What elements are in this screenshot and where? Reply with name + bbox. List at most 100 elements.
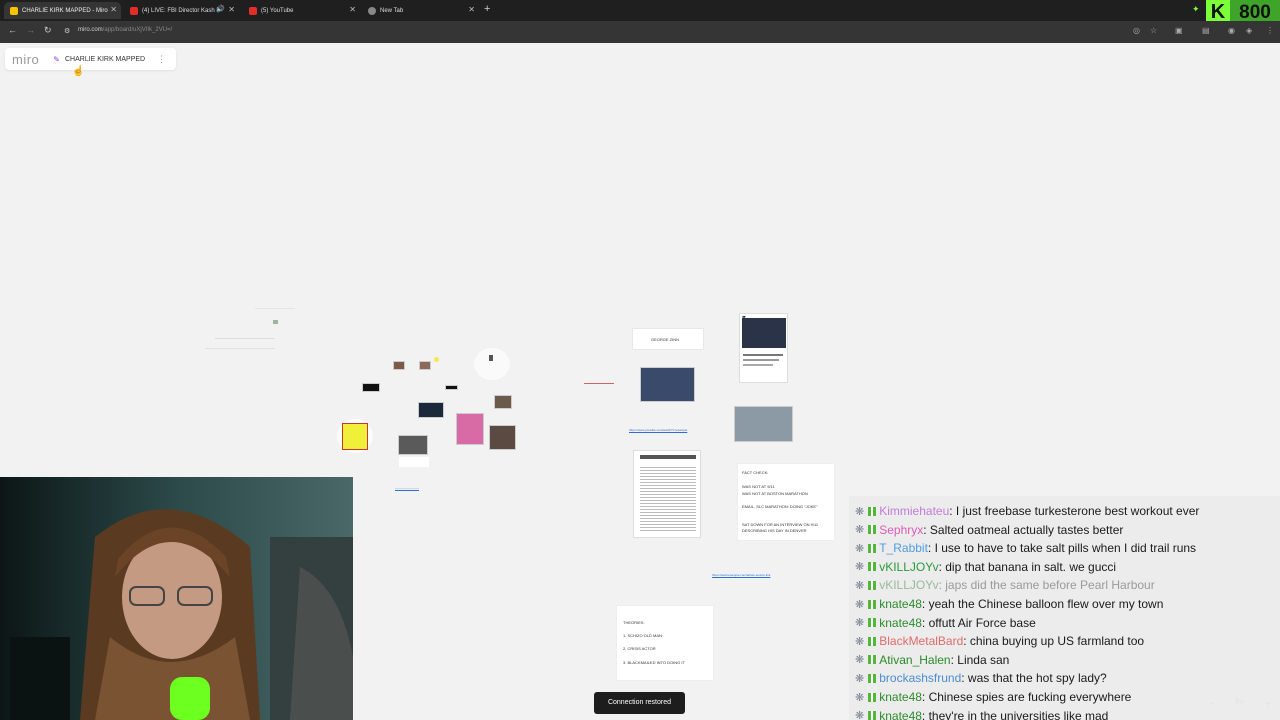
theory-item: 1. SCHIZO OLD MAN xyxy=(623,633,662,638)
tab-new-tab[interactable]: New Tab ✕ xyxy=(362,2,479,19)
subscriber-badge-icon: ❋ xyxy=(855,691,865,704)
george-zinn-note[interactable]: GEORGE ZINN xyxy=(632,328,704,350)
kick-badge-icon xyxy=(868,673,877,683)
board-name[interactable]: CHARLIE KIRK MAPPED xyxy=(65,56,145,63)
profile-icon[interactable]: ◉ xyxy=(1228,26,1235,35)
tab-label: New Tab xyxy=(380,7,404,14)
webcam-scene-image xyxy=(0,477,353,720)
screenshot-image[interactable] xyxy=(445,385,458,390)
bookmark-star-icon[interactable]: ☆ xyxy=(1150,26,1157,35)
fact-check-note[interactable]: FACT CHECK: WAS NOT AT 9/11 WAS NOT AT B… xyxy=(737,463,835,541)
extensions-icon[interactable]: ▣ xyxy=(1175,26,1183,35)
close-tab-icon[interactable]: ✕ xyxy=(349,5,356,14)
chat-message: ❋ vKILLJOYv: japs did the same before Pea… xyxy=(855,576,1155,594)
document-page[interactable] xyxy=(633,450,701,538)
chat-username[interactable]: Ativan_Halen xyxy=(879,653,950,667)
video-thumbnail-image[interactable] xyxy=(418,402,444,418)
note-text: GEORGE ZINN xyxy=(651,337,680,342)
photo-image[interactable] xyxy=(419,361,431,370)
chat-username[interactable]: knate48 xyxy=(879,709,922,720)
subscriber-badge-icon: ❋ xyxy=(855,524,865,537)
url-host: miro.com xyxy=(78,27,103,33)
chat-text: : dip that banana in salt. we gucci xyxy=(938,559,1117,574)
source-link[interactable]: ———————— xyxy=(395,486,419,490)
reload-icon[interactable]: ↻ xyxy=(44,25,52,36)
photo-image[interactable] xyxy=(393,361,405,370)
theories-note[interactable]: THEORIES: 1. SCHIZO OLD MAN 2. CRISIS AC… xyxy=(616,605,714,681)
screenshot-image[interactable] xyxy=(362,383,380,392)
chat-username[interactable]: brockashsfrund xyxy=(879,671,961,685)
board-menu-icon[interactable]: ⋮ xyxy=(157,54,166,65)
headline-bar xyxy=(743,354,783,356)
forward-arrow-icon[interactable]: → xyxy=(26,25,35,35)
article-snippet[interactable] xyxy=(399,457,429,467)
address-bar[interactable]: miro.com/app/board/uXjVIIk_2VU=/ xyxy=(78,27,172,33)
stream-chat-overlay: ❋ Kimmiehateu: I just freebase turkestero… xyxy=(849,496,1280,720)
close-tab-icon[interactable]: ✕ xyxy=(468,5,475,14)
miro-favicon-icon xyxy=(10,6,18,15)
theory-item: 3. BLACKMAILED INTO DOING IT xyxy=(623,660,685,665)
fact-check-line: SAT DOWN FOR AN INTERVIEW ON 9/11 DESCRI… xyxy=(742,522,819,533)
chat-username[interactable]: knate48 xyxy=(879,616,922,630)
headline-bar xyxy=(743,359,779,361)
miro-logo[interactable]: miro xyxy=(12,52,39,67)
connector-line xyxy=(215,338,275,339)
source-link[interactable]: https://www.example.com/article-source-l… xyxy=(712,573,770,577)
figure-image[interactable] xyxy=(489,355,493,361)
sidebar-icon[interactable]: ◈ xyxy=(1246,26,1252,35)
speaker-icon[interactable]: 🔊 xyxy=(216,5,225,13)
chat-message: ❋ knate48: they're in the universities li… xyxy=(855,707,1108,720)
document-text-lines xyxy=(640,465,696,531)
tab-miro-board[interactable]: CHARLIE KIRK MAPPED - Miro ✕ xyxy=(4,2,121,19)
browser-toolbar: ← → ↻ ⚙ miro.com/app/board/uXjVIIk_2VU=/… xyxy=(0,21,1280,43)
magazine-cover-image[interactable] xyxy=(456,413,484,445)
subscriber-badge-icon: ❋ xyxy=(855,710,865,720)
browser-menu-icon[interactable]: ⋮ xyxy=(1266,26,1274,35)
close-tab-icon[interactable]: ✕ xyxy=(110,5,117,14)
cast-icon[interactable]: ▤ xyxy=(1202,26,1210,35)
subscriber-badge-icon: ❋ xyxy=(855,598,865,611)
nyt-article-card[interactable]: 𝕿 xyxy=(739,313,788,383)
chat-text: : they're in the universities like mad xyxy=(921,708,1109,720)
tab-youtube[interactable]: (5) YouTube ✕ xyxy=(243,2,360,19)
tab-live-fbi[interactable]: (4) LIVE: FBI Director Kash P 🔊 ✕ xyxy=(124,2,239,19)
kick-badge-icon xyxy=(868,506,877,516)
chat-username[interactable]: vKILLJOYv xyxy=(879,560,938,574)
source-link[interactable]: https://www.youtube.com/watch?v=example xyxy=(629,428,687,432)
chat-text: : Chinese spies are fucking everywhere xyxy=(921,690,1132,704)
faint-mindmap-cluster[interactable] xyxy=(195,298,300,363)
url-path: /app/board/uXjVIIk_2VU=/ xyxy=(102,27,173,33)
chat-username[interactable]: Kimmiehateu xyxy=(879,504,949,518)
chat-text: : china buying up US farmland too xyxy=(963,634,1145,649)
crowd-photo-image[interactable] xyxy=(640,367,695,402)
youtube-favicon-icon xyxy=(249,6,257,15)
back-arrow-icon[interactable]: ← xyxy=(8,25,17,35)
kick-badge-icon xyxy=(868,580,877,590)
connector-line xyxy=(584,383,614,384)
kick-badge-icon xyxy=(868,525,877,535)
close-tab-icon[interactable]: ✕ xyxy=(228,5,235,14)
chat-username[interactable]: Sephryx xyxy=(879,523,923,537)
chat-username[interactable]: knate48 xyxy=(879,597,922,611)
chat-username[interactable]: knate48 xyxy=(879,690,922,704)
chat-message: ❋ brockashsfrund: was that the hot spy la… xyxy=(855,669,1107,687)
mugshot-image[interactable] xyxy=(734,406,793,442)
chat-username[interactable]: vKILLJOYv xyxy=(879,578,938,592)
chat-username[interactable]: BlackMetalBard xyxy=(879,634,963,648)
photo-image[interactable] xyxy=(494,395,512,409)
site-info-icon[interactable]: ⚙ xyxy=(64,27,70,35)
chat-text: : offutt Air Force base xyxy=(921,615,1036,630)
chat-text: : yeah the Chinese balloon flew over my … xyxy=(921,597,1164,611)
hand-cursor-icon: ☝ xyxy=(72,66,85,77)
youtube-favicon-icon xyxy=(130,6,138,15)
news-clipping-image[interactable] xyxy=(342,423,368,450)
thumbnail-image[interactable] xyxy=(273,320,278,324)
photo-image[interactable] xyxy=(398,435,428,455)
browser-tab-bar: CHARLIE KIRK MAPPED - Miro ✕ (4) LIVE: F… xyxy=(0,0,1280,21)
fact-check-line: EMAIL, SLC MARATHON: DOING "JOKE" xyxy=(742,504,818,509)
mugshot-grid-image[interactable] xyxy=(489,425,516,450)
new-tab-plus-icon[interactable]: + xyxy=(484,3,490,15)
chat-username[interactable]: T_Rabbit xyxy=(879,541,928,555)
incognito-icon[interactable]: ◎ xyxy=(1133,26,1140,35)
chrome-favicon-icon xyxy=(368,6,376,15)
